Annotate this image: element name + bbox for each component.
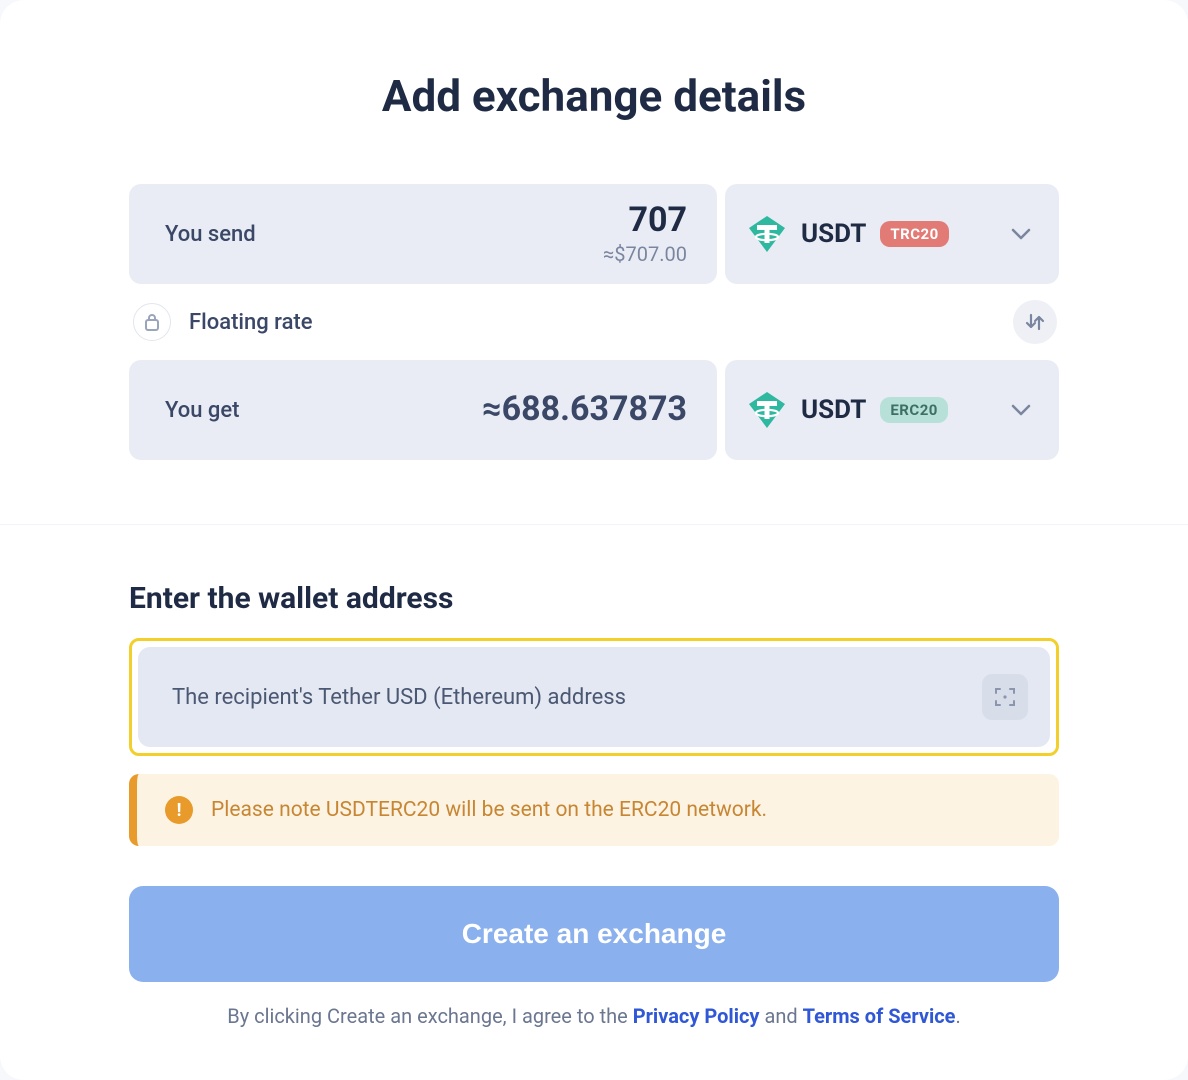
- send-approx: ≈$707.00: [603, 242, 687, 266]
- address-placeholder: The recipient's Tether USD (Ethereum) ad…: [172, 685, 982, 710]
- divider: [0, 524, 1188, 525]
- agreement-text: By clicking Create an exchange, I agree …: [129, 1004, 1059, 1028]
- address-input-highlight: The recipient's Tether USD (Ethereum) ad…: [129, 638, 1059, 756]
- get-amount-panel[interactable]: You get ≈688.637873: [129, 360, 717, 460]
- get-amount-block: ≈688.637873: [482, 391, 687, 428]
- send-amount-block: 707 ≈$707.00: [603, 202, 687, 265]
- get-row: You get ≈688.637873 USDT ERC20: [129, 360, 1059, 460]
- send-currency-code: USDT: [801, 219, 866, 249]
- send-currency-selector[interactable]: USDT TRC20: [725, 184, 1059, 284]
- get-currency-selector[interactable]: USDT ERC20: [725, 360, 1059, 460]
- get-network-badge: ERC20: [880, 397, 948, 423]
- rate-label: Floating rate: [189, 310, 313, 335]
- exchange-box: You send 707 ≈$707.00 USDT TRC20: [129, 184, 1059, 460]
- swap-button[interactable]: [1013, 300, 1057, 344]
- agree-suffix: .: [955, 1004, 960, 1028]
- notice-text: Please note USDTERC20 will be sent on th…: [211, 798, 767, 822]
- tether-icon: [747, 390, 787, 430]
- agree-and: and: [759, 1004, 802, 1028]
- exchange-card: Add exchange details You send 707 ≈$707.…: [0, 0, 1188, 1080]
- tether-icon: [747, 214, 787, 254]
- create-exchange-button[interactable]: Create an exchange: [129, 886, 1059, 982]
- network-notice: ! Please note USDTERC20 will be sent on …: [129, 774, 1059, 846]
- wallet-section: Enter the wallet address The recipient's…: [129, 581, 1059, 1028]
- address-input[interactable]: The recipient's Tether USD (Ethereum) ad…: [138, 647, 1050, 747]
- get-label: You get: [165, 398, 240, 423]
- wallet-section-title: Enter the wallet address: [129, 581, 1059, 616]
- get-currency-code: USDT: [801, 395, 866, 425]
- send-network-badge: TRC20: [880, 221, 948, 247]
- agree-prefix: By clicking Create an exchange, I agree …: [227, 1004, 632, 1028]
- chevron-down-icon: [1011, 225, 1031, 244]
- get-amount: ≈688.637873: [482, 391, 687, 428]
- lock-icon[interactable]: [133, 303, 171, 341]
- send-row: You send 707 ≈$707.00 USDT TRC20: [129, 184, 1059, 284]
- page-title: Add exchange details: [0, 70, 1188, 122]
- send-amount-panel[interactable]: You send 707 ≈$707.00: [129, 184, 717, 284]
- warning-icon: !: [165, 796, 193, 824]
- send-amount: 707: [603, 202, 687, 239]
- qr-scan-button[interactable]: [982, 674, 1028, 720]
- send-label: You send: [165, 222, 256, 247]
- terms-of-service-link[interactable]: Terms of Service: [803, 1004, 956, 1028]
- privacy-policy-link[interactable]: Privacy Policy: [633, 1004, 760, 1028]
- chevron-down-icon: [1011, 401, 1031, 420]
- rate-row: Floating rate: [129, 284, 1059, 360]
